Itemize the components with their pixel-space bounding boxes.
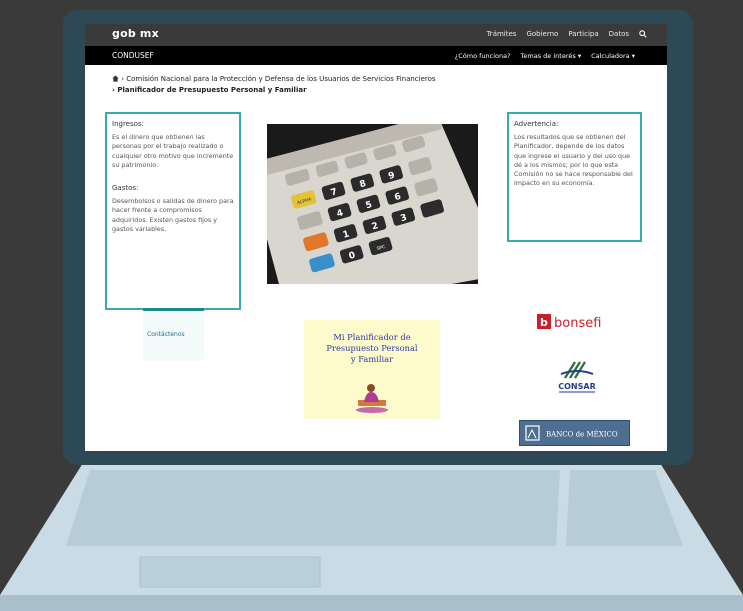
ingresos-title: Ingresos: (112, 120, 144, 128)
search-icon[interactable] (639, 30, 647, 38)
info-box-ingresos-gastos: Ingresos: Es el dinero que obtienen las … (105, 112, 241, 310)
contactenos-label: Contáctenos (147, 331, 185, 338)
nav-temas-de-interes[interactable]: Temas de interés ▾ (521, 52, 582, 60)
browser-screen: gob mx Trámites Gobierno Participa Datos… (85, 24, 667, 451)
nav-participa[interactable]: Participa (568, 30, 598, 38)
nav-gobierno[interactable]: Gobierno (526, 30, 558, 38)
breadcrumb: › Comisión Nacional para la Protección y… (112, 75, 436, 94)
svg-text:b: b (540, 316, 548, 329)
gobmx-logo[interactable]: gob mx (112, 27, 159, 40)
contactenos-button[interactable]: Contáctenos (143, 308, 204, 361)
ingresos-text: Es el dinero que obtienen las personas p… (112, 133, 234, 169)
nav-tramites[interactable]: Trámites (487, 30, 517, 38)
nav-calculadora[interactable]: Calculadora ▾ (591, 52, 635, 60)
gobmx-header: gob mx Trámites Gobierno Participa Datos (85, 24, 667, 46)
consar-logo[interactable]: CONSAR (547, 354, 607, 398)
condusef-nav: ¿Cómo funciona? Temas de interés ▾ Calcu… (455, 52, 635, 60)
advertencia-text: Los resultados que se obtienen del Plani… (514, 133, 633, 188)
nav-como-funciona[interactable]: ¿Cómo funciona? (455, 52, 511, 60)
advertencia-title: Advertencia: (514, 120, 559, 128)
breadcrumb-condusef[interactable]: Comisión Nacional para la Protección y D… (126, 75, 435, 83)
person-at-desk-icon (356, 384, 388, 413)
gastos-title: Gastos: (112, 184, 139, 193)
calculator-image: 7 8 9 4 5 6 1 2 3 0 ALPHA SPC (267, 124, 478, 284)
header-nav: Trámites Gobierno Participa Datos (487, 30, 647, 38)
advertencia-box: Advertencia: Los resultados que se obtie… (507, 112, 642, 242)
planificador-banner[interactable]: Mi Planificador de Presupuesto Personal … (304, 320, 440, 419)
condusef-header: CONDUSEF ¿Cómo funciona? Temas de interé… (85, 46, 667, 65)
gastos-text: Desembolsos o salidas de dinero para hac… (112, 197, 234, 233)
svg-text:bonsefi: bonsefi (554, 316, 601, 331)
bonsefi-logo[interactable]: b bonsefi (537, 313, 627, 331)
condusef-logo[interactable]: CONDUSEF (112, 51, 154, 60)
svg-text:BANCO de MÉXICO: BANCO de MÉXICO (546, 430, 618, 439)
nav-datos[interactable]: Datos (609, 30, 629, 38)
breadcrumb-current: Planificador de Presupuesto Personal y F… (117, 86, 307, 94)
svg-text:CONSAR: CONSAR (558, 382, 595, 391)
banxico-logo[interactable]: BANCO de MÉXICO (519, 420, 630, 446)
planner-title: Mi Planificador de Presupuesto Personal … (326, 332, 418, 364)
home-icon[interactable] (112, 75, 119, 82)
